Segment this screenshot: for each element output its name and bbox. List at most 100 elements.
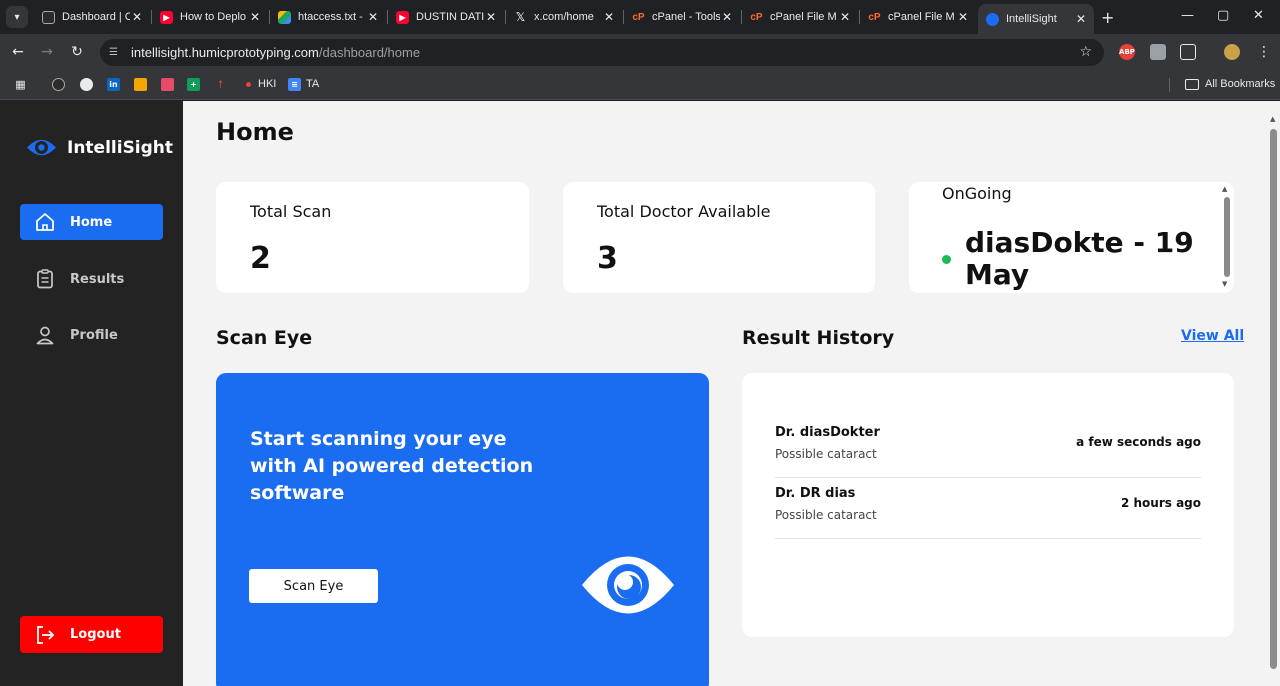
- bookmark-ta[interactable]: TA: [306, 78, 319, 90]
- bookmark-github2-icon[interactable]: [80, 78, 93, 91]
- browser-tab[interactable]: Dashboard | C ✕: [34, 4, 150, 30]
- history-time: 2 hours ago: [1120, 496, 1201, 510]
- minimize-icon: —: [1181, 8, 1194, 23]
- eye-logo-icon: [27, 139, 56, 156]
- close-icon[interactable]: ✕: [838, 10, 852, 24]
- arrow-right-icon: →: [41, 44, 53, 60]
- bookmark-hki[interactable]: HKI: [258, 78, 276, 90]
- view-all-link[interactable]: View All: [1181, 328, 1244, 344]
- bookmark-github-icon[interactable]: [52, 78, 65, 91]
- history-row[interactable]: Dr. DR dias Possible cataract 2 hours ag…: [775, 478, 1201, 539]
- close-icon[interactable]: ✕: [1074, 12, 1088, 26]
- forward-button[interactable]: →: [38, 43, 56, 61]
- brand-logo[interactable]: IntelliSight: [26, 135, 173, 160]
- close-icon[interactable]: ✕: [366, 10, 380, 24]
- scan-eye-title: Scan Eye: [216, 327, 313, 349]
- bookmark-hki-icon[interactable]: [246, 82, 251, 87]
- intellisight-favicon-icon: [986, 12, 999, 26]
- bookmark-red-icon[interactable]: ᛏ: [214, 78, 227, 91]
- close-icon[interactable]: ✕: [484, 10, 498, 24]
- browser-menu-button[interactable]: ⋮: [1255, 43, 1273, 61]
- plus-icon: +: [1101, 8, 1115, 27]
- sidebar-item-label: Profile: [70, 327, 118, 343]
- eye-icon: [582, 556, 674, 614]
- bookmark-flash-icon[interactable]: [134, 78, 147, 91]
- scan-description: Start scanning your eye with AI powered …: [250, 428, 534, 504]
- scroll-up-icon[interactable]: ▲: [1222, 185, 1227, 193]
- result-history-card: Dr. diasDokter Possible cataract a few s…: [742, 373, 1234, 637]
- bookmark-star-icon[interactable]: ☆: [1079, 44, 1092, 60]
- reload-button[interactable]: ↻: [68, 43, 86, 61]
- stat-card-ongoing: OnGoing diasDokte - 19 May ▲ ▼: [909, 182, 1234, 293]
- sidebar: IntelliSight Home Results Profile Logout: [0, 101, 183, 686]
- card-scrollbar[interactable]: ▲ ▼: [1222, 185, 1232, 290]
- address-bar[interactable]: ☰ intellisight.humicprototyping.com/dash…: [100, 39, 1104, 66]
- cpanel-favicon-icon: cP: [868, 11, 881, 23]
- browser-tab[interactable]: cP cPanel - Tools ✕: [624, 4, 740, 30]
- clipboard-icon: [37, 269, 53, 289]
- close-icon[interactable]: ✕: [956, 10, 970, 24]
- scan-eye-button[interactable]: Scan Eye: [249, 569, 378, 603]
- logout-label: Logout: [70, 627, 121, 642]
- stat-value: 2: [250, 241, 271, 276]
- browser-tab[interactable]: 𝕏 x.com/home ✕: [506, 4, 622, 30]
- browser-tab[interactable]: ▶ How to Deplo ✕: [152, 4, 268, 30]
- scan-eye-card: Start scanning your eye with AI powered …: [216, 373, 709, 686]
- youtube-favicon-icon: ▶: [160, 10, 173, 24]
- bookmark-linkedin-icon[interactable]: in: [107, 78, 120, 91]
- bookmark-docs-icon[interactable]: ≡: [288, 78, 301, 91]
- all-bookmarks[interactable]: All Bookmarks: [1205, 78, 1275, 90]
- history-time: a few seconds ago: [1076, 435, 1201, 449]
- github-favicon-icon: [42, 10, 55, 24]
- browser-tab[interactable]: cP cPanel File M ✕: [860, 4, 976, 30]
- browser-tab[interactable]: htaccess.txt - ✕: [270, 4, 386, 30]
- maximize-button[interactable]: ▢: [1217, 8, 1229, 23]
- minimize-button[interactable]: —: [1181, 8, 1194, 23]
- bookmark-sheets-icon[interactable]: +: [187, 78, 200, 91]
- site-info-icon[interactable]: ☰: [109, 47, 125, 58]
- browser-tab-active[interactable]: IntelliSight ✕: [978, 4, 1094, 34]
- close-window-button[interactable]: ✕: [1253, 8, 1264, 23]
- close-icon[interactable]: ✕: [248, 10, 262, 24]
- drive-favicon-icon: [278, 10, 291, 24]
- page-title: Home: [216, 118, 294, 146]
- sidebar-item-home[interactable]: Home: [20, 204, 163, 240]
- folder-icon: [1185, 79, 1199, 90]
- close-icon[interactable]: ✕: [720, 10, 734, 24]
- stat-label: Total Doctor Available: [597, 202, 771, 221]
- logout-icon: [37, 625, 55, 644]
- url-text[interactable]: intellisight.humicprototyping.com/dashbo…: [131, 45, 420, 60]
- arrow-left-icon: ←: [12, 44, 24, 60]
- scrollbar-thumb[interactable]: [1270, 129, 1277, 669]
- sidebar-item-profile[interactable]: Profile: [20, 317, 163, 353]
- x-favicon-icon: 𝕏: [515, 10, 526, 24]
- browser-toolbar: ← → ↻ ☰ intellisight.humicprototyping.co…: [0, 34, 1280, 70]
- scrollbar-thumb[interactable]: [1224, 197, 1230, 277]
- scroll-up-icon[interactable]: ▲: [1270, 115, 1275, 123]
- close-icon[interactable]: ✕: [130, 10, 144, 24]
- bookmarks-bar: ▦ in + ᛏ HKI ≡ TA All Bookmarks: [0, 70, 1280, 100]
- history-result: Possible cataract: [775, 508, 877, 522]
- history-doctor: Dr. DR dias: [775, 486, 856, 501]
- close-icon[interactable]: ✕: [602, 10, 616, 24]
- back-button[interactable]: ←: [9, 43, 27, 61]
- page-scrollbar[interactable]: ▲: [1267, 101, 1280, 686]
- scroll-down-icon[interactable]: ▼: [1222, 280, 1227, 288]
- extensions-puzzle-icon[interactable]: [1180, 44, 1196, 60]
- shield-extension-icon[interactable]: [1150, 44, 1166, 60]
- adblock-extension-icon[interactable]: ABP: [1119, 44, 1135, 60]
- sidebar-item-results[interactable]: Results: [20, 261, 163, 297]
- tab-search-button[interactable]: ▾: [6, 6, 28, 28]
- sidebar-item-label: Home: [70, 214, 113, 230]
- browser-tab[interactable]: ▶ DUSTIN DATI ✕: [388, 4, 504, 30]
- bookmark-trello-icon[interactable]: [161, 78, 174, 91]
- browser-tabstrip: ▾ Dashboard | C ✕ ▶ How to Deplo ✕ htacc…: [0, 0, 1280, 34]
- logout-button[interactable]: Logout: [20, 616, 163, 653]
- new-tab-button[interactable]: +: [1101, 8, 1114, 27]
- stat-card-total-scan: Total Scan 2: [216, 182, 529, 293]
- history-row[interactable]: Dr. diasDokter Possible cataract a few s…: [775, 417, 1201, 478]
- apps-grid-icon[interactable]: ▦: [14, 78, 27, 91]
- youtube-favicon-icon: ▶: [396, 10, 409, 24]
- browser-tab[interactable]: cP cPanel File M ✕: [742, 4, 858, 30]
- profile-avatar[interactable]: [1224, 44, 1240, 60]
